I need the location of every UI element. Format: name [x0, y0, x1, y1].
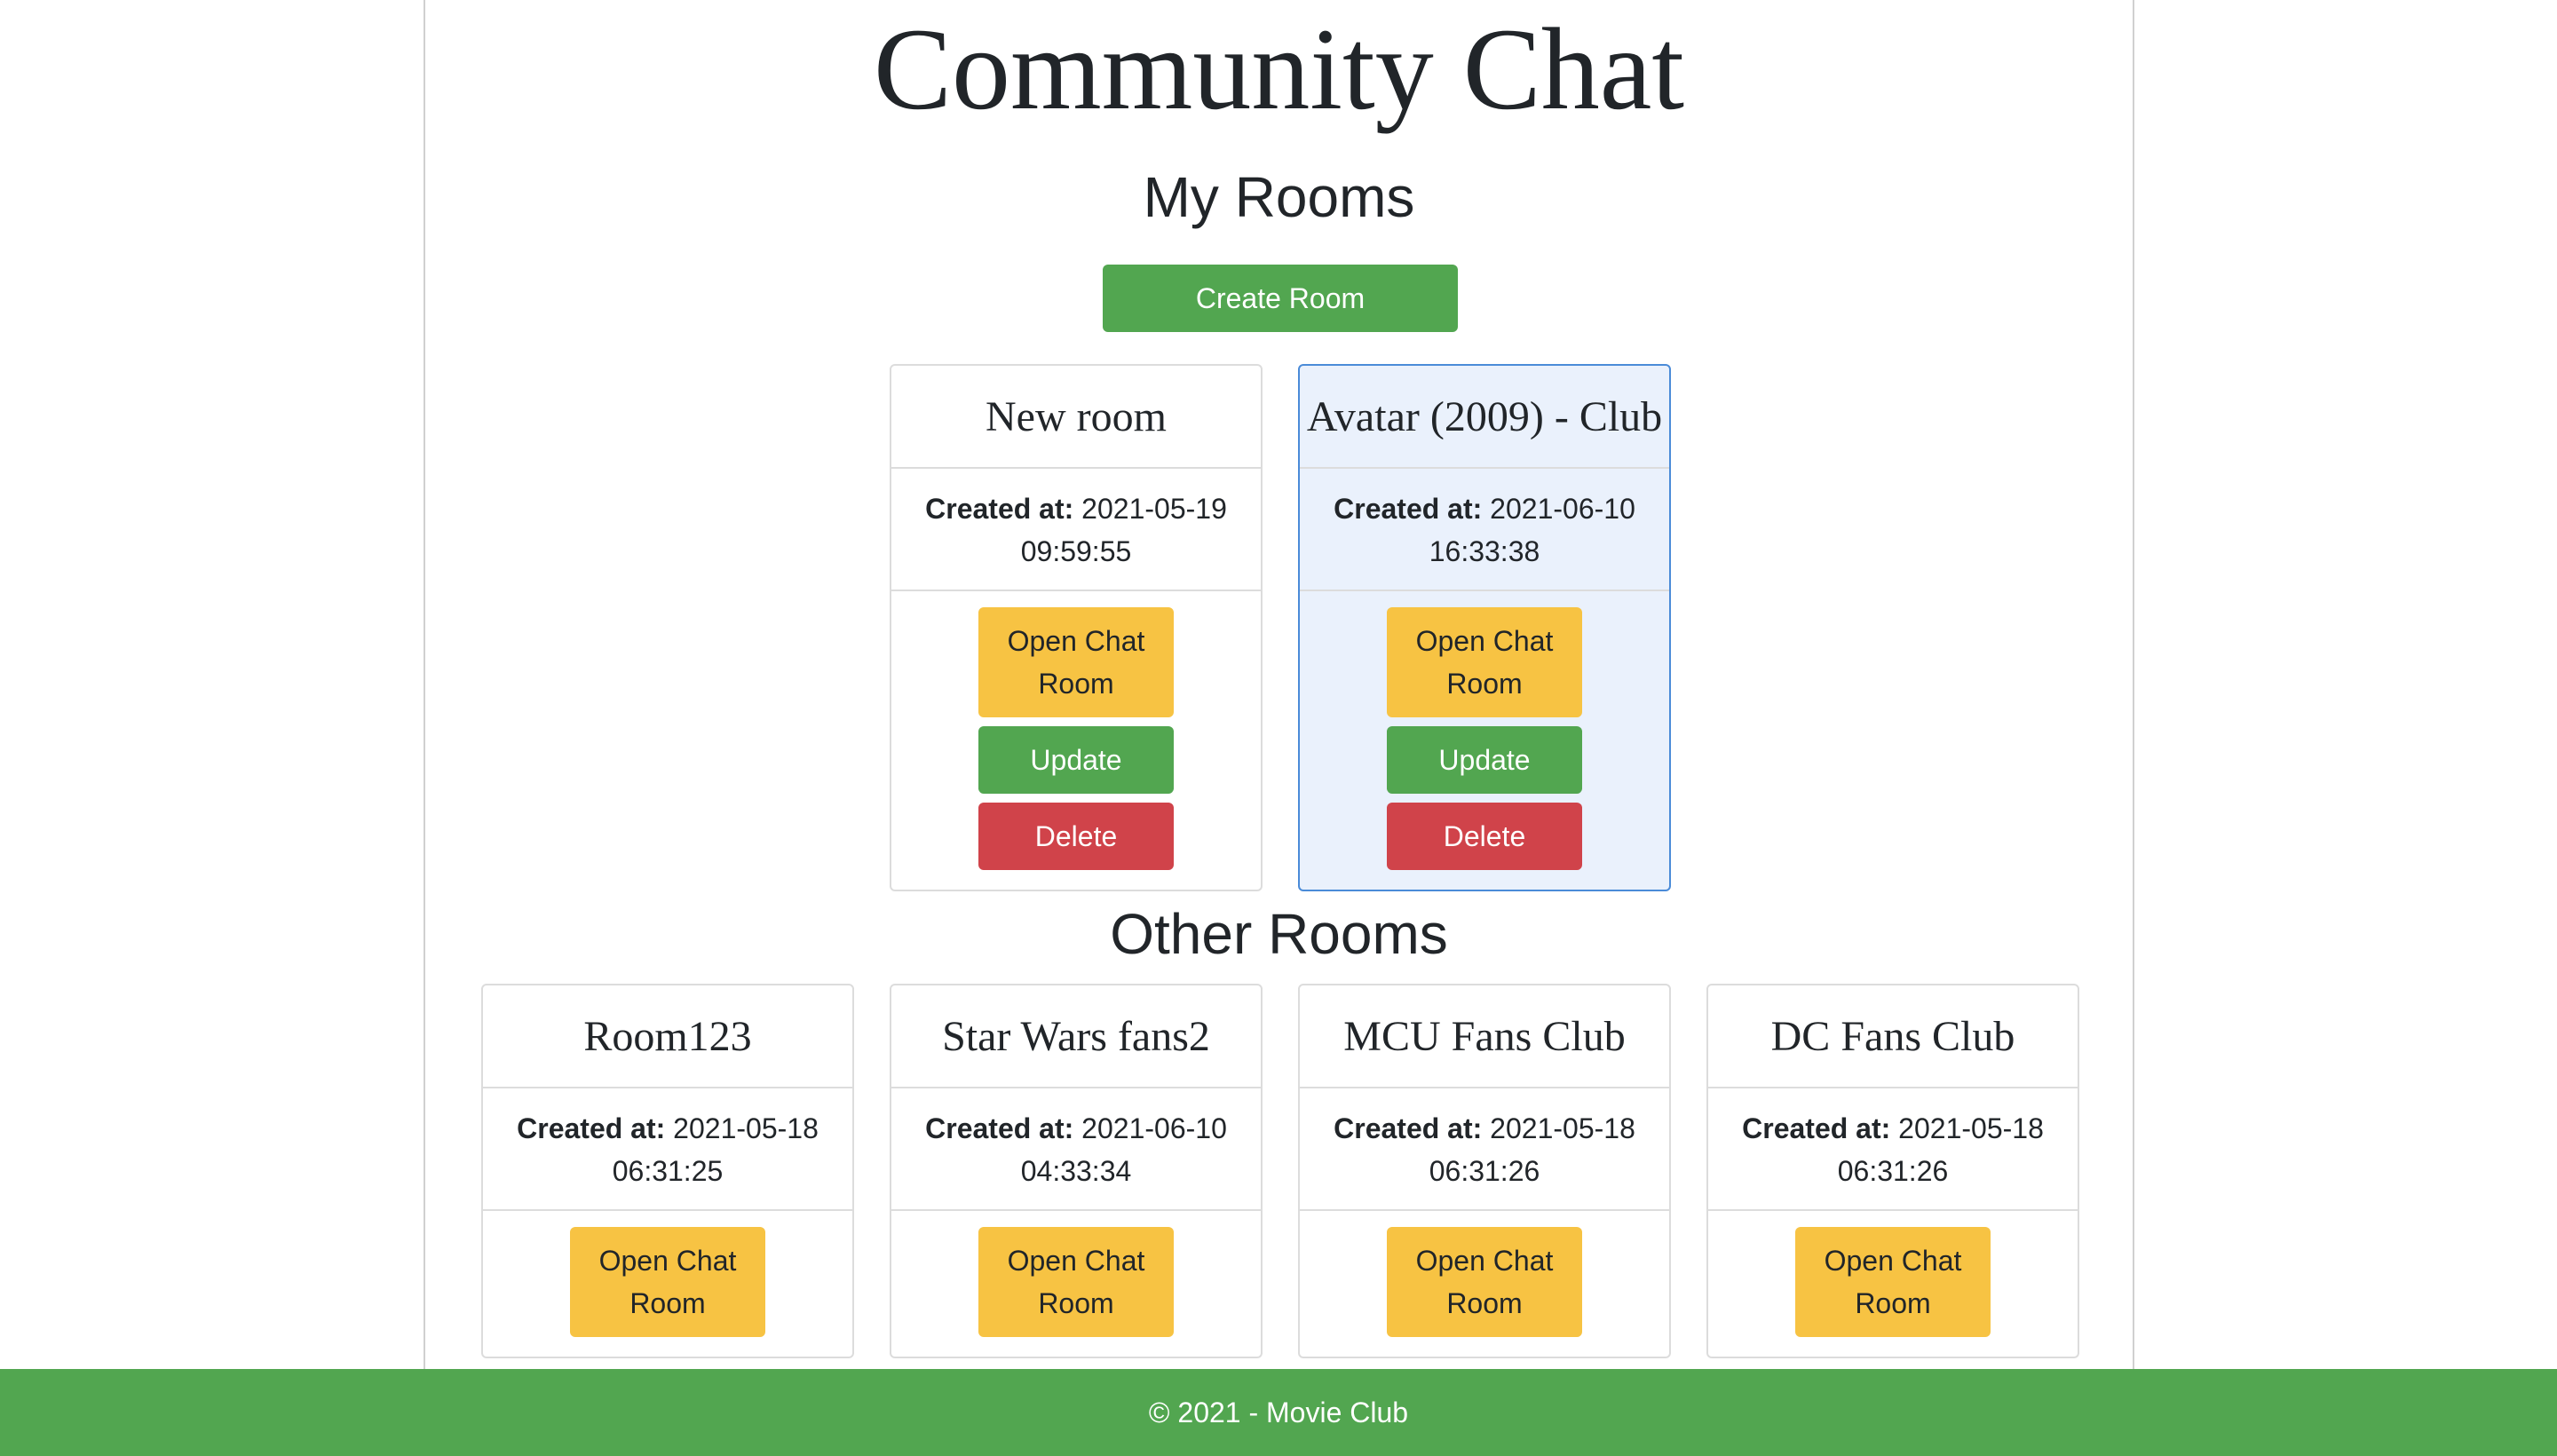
room-card-created: Created at: 2021-05-19 09:59:55	[891, 469, 1261, 591]
created-label: Created at:	[1742, 1112, 1891, 1144]
delete-room-button[interactable]: Delete	[1387, 803, 1582, 870]
room-card-star-wars-fans2: Star Wars fans2 Created at: 2021-06-10 0…	[890, 984, 1263, 1358]
room-card-actions: Open Chat Room	[1300, 1211, 1669, 1337]
room-card-title: Avatar (2009) - Club	[1300, 366, 1669, 469]
room-card-created: Created at: 2021-05-18 06:31:25	[483, 1088, 852, 1211]
room-card-actions: Open Chat Room	[483, 1211, 852, 1337]
my-rooms-heading: My Rooms	[1143, 165, 1415, 229]
open-chat-room-button[interactable]: Open Chat Room	[1387, 1227, 1582, 1337]
room-card-title: Room123	[483, 985, 852, 1088]
room-card-title: DC Fans Club	[1708, 985, 2078, 1088]
delete-room-button[interactable]: Delete	[978, 803, 1174, 870]
room-card-title: Star Wars fans2	[891, 985, 1261, 1088]
update-room-button[interactable]: Update	[978, 726, 1174, 794]
created-label: Created at:	[517, 1112, 666, 1144]
created-label: Created at:	[925, 493, 1074, 525]
room-card-mcu-fans-club: MCU Fans Club Created at: 2021-05-18 06:…	[1298, 984, 1671, 1358]
page-title: Community Chat	[873, 4, 1685, 134]
created-label: Created at:	[925, 1112, 1074, 1144]
footer-text: © 2021 - Movie Club	[1148, 1397, 1409, 1428]
room-card-room123: Room123 Created at: 2021-05-18 06:31:25 …	[481, 984, 854, 1358]
room-card-actions: Open Chat Room	[1708, 1211, 2078, 1337]
update-room-button[interactable]: Update	[1387, 726, 1582, 794]
room-card-title: MCU Fans Club	[1300, 985, 1669, 1088]
open-chat-room-button[interactable]: Open Chat Room	[570, 1227, 765, 1337]
open-chat-room-button[interactable]: Open Chat Room	[978, 1227, 1174, 1337]
room-card-created: Created at: 2021-05-18 06:31:26	[1708, 1088, 2078, 1211]
room-card-actions: Open Chat Room	[891, 1211, 1261, 1337]
room-card-new-room: New room Created at: 2021-05-19 09:59:55…	[890, 364, 1263, 891]
room-card-actions: Open Chat Room Update Delete	[1300, 591, 1669, 870]
open-chat-room-button[interactable]: Open Chat Room	[978, 607, 1174, 717]
open-chat-room-button[interactable]: Open Chat Room	[1795, 1227, 1991, 1337]
footer: © 2021 - Movie Club	[0, 1369, 2557, 1456]
room-card-dc-fans-club: DC Fans Club Created at: 2021-05-18 06:3…	[1706, 984, 2079, 1358]
created-label: Created at:	[1334, 1112, 1483, 1144]
main-container: Community Chat My Rooms Create Room New …	[424, 0, 2134, 1369]
room-card-created: Created at: 2021-06-10 04:33:34	[891, 1088, 1261, 1211]
other-rooms-heading: Other Rooms	[1110, 902, 1448, 966]
room-card-avatar-club: Avatar (2009) - Club Created at: 2021-06…	[1298, 364, 1671, 891]
room-card-created: Created at: 2021-06-10 16:33:38	[1300, 469, 1669, 591]
room-card-created: Created at: 2021-05-18 06:31:26	[1300, 1088, 1669, 1211]
create-room-button[interactable]: Create Room	[1103, 265, 1458, 332]
room-card-title: New room	[891, 366, 1261, 469]
created-label: Created at:	[1334, 493, 1483, 525]
open-chat-room-button[interactable]: Open Chat Room	[1387, 607, 1582, 717]
room-card-actions: Open Chat Room Update Delete	[891, 591, 1261, 870]
